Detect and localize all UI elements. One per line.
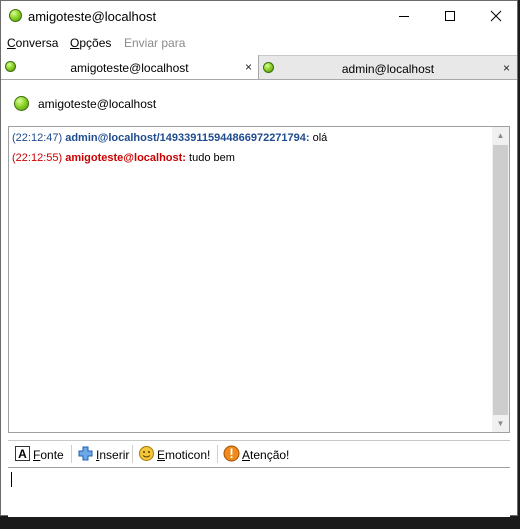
tab-bar: amigoteste@localhost × admin@localhost × <box>1 55 517 80</box>
svg-text:A: A <box>18 447 27 461</box>
conversation-header: amigoteste@localhost <box>1 81 517 125</box>
message-text: tudo bem <box>185 152 235 164</box>
tab-admin[interactable]: admin@localhost × <box>259 55 517 79</box>
contact-name: amigoteste@localhost <box>38 97 157 111</box>
warning-icon <box>223 445 240 462</box>
message-text: olá <box>309 132 328 144</box>
message-sender: admin@localhost/1493391159448669722717​9… <box>65 132 310 144</box>
minimize-icon <box>399 16 409 17</box>
tab-amigoteste[interactable]: amigoteste@localhost × <box>1 55 259 79</box>
minimize-button[interactable] <box>381 1 427 32</box>
plus-icon <box>78 446 93 461</box>
menu-enviar-para[interactable]: Enviar para <box>124 36 185 50</box>
menu-bar: Conversa Opções Enviar para <box>1 32 517 53</box>
tab-label: amigoteste@localhost <box>70 61 189 75</box>
smiley-icon <box>139 446 154 461</box>
toolbar-separator <box>217 445 218 463</box>
history-scrollbar[interactable]: ▲ ▼ <box>492 127 509 432</box>
online-status-icon <box>14 96 29 111</box>
toolbar-separator <box>71 445 72 463</box>
online-status-icon <box>9 9 22 22</box>
text-caret <box>11 472 12 487</box>
message-time: (22:12:47) <box>12 132 63 144</box>
message-item: (22:12:55) amigoteste@localhost: tudo be… <box>12 152 235 164</box>
scroll-down-icon[interactable]: ▼ <box>492 415 509 432</box>
close-button[interactable] <box>473 1 519 32</box>
tab-label: admin@localhost <box>341 62 435 76</box>
menu-opcoes[interactable]: Opções <box>70 36 111 50</box>
menu-conversa[interactable]: Conversa <box>7 36 58 50</box>
tab-close-icon[interactable]: × <box>503 61 510 75</box>
maximize-button[interactable] <box>427 1 473 32</box>
message-history[interactable]: (22:12:47) admin@localhost/1493391159448… <box>8 126 510 433</box>
message-item: (22:12:47) admin@localhost/1493391159448… <box>12 132 327 144</box>
scroll-up-icon[interactable]: ▲ <box>492 127 509 144</box>
scroll-thumb[interactable] <box>493 145 508 415</box>
title-bar: amigoteste@localhost <box>1 1 517 32</box>
message-time: (22:12:55) <box>12 152 63 164</box>
toolbar-separator <box>132 445 133 463</box>
message-sender: amigoteste@localhost: <box>65 152 186 164</box>
maximize-icon <box>445 11 455 21</box>
chat-window: amigoteste@localhost Conversa Opções Env… <box>0 0 518 517</box>
tab-close-icon[interactable]: × <box>245 60 252 74</box>
message-input[interactable] <box>8 467 510 517</box>
font-icon: A <box>15 446 30 461</box>
window-title: amigoteste@localhost <box>28 9 157 24</box>
format-toolbar: A Fonte Inserir Emoticon! Atenção! <box>8 440 510 468</box>
close-icon <box>490 10 502 22</box>
